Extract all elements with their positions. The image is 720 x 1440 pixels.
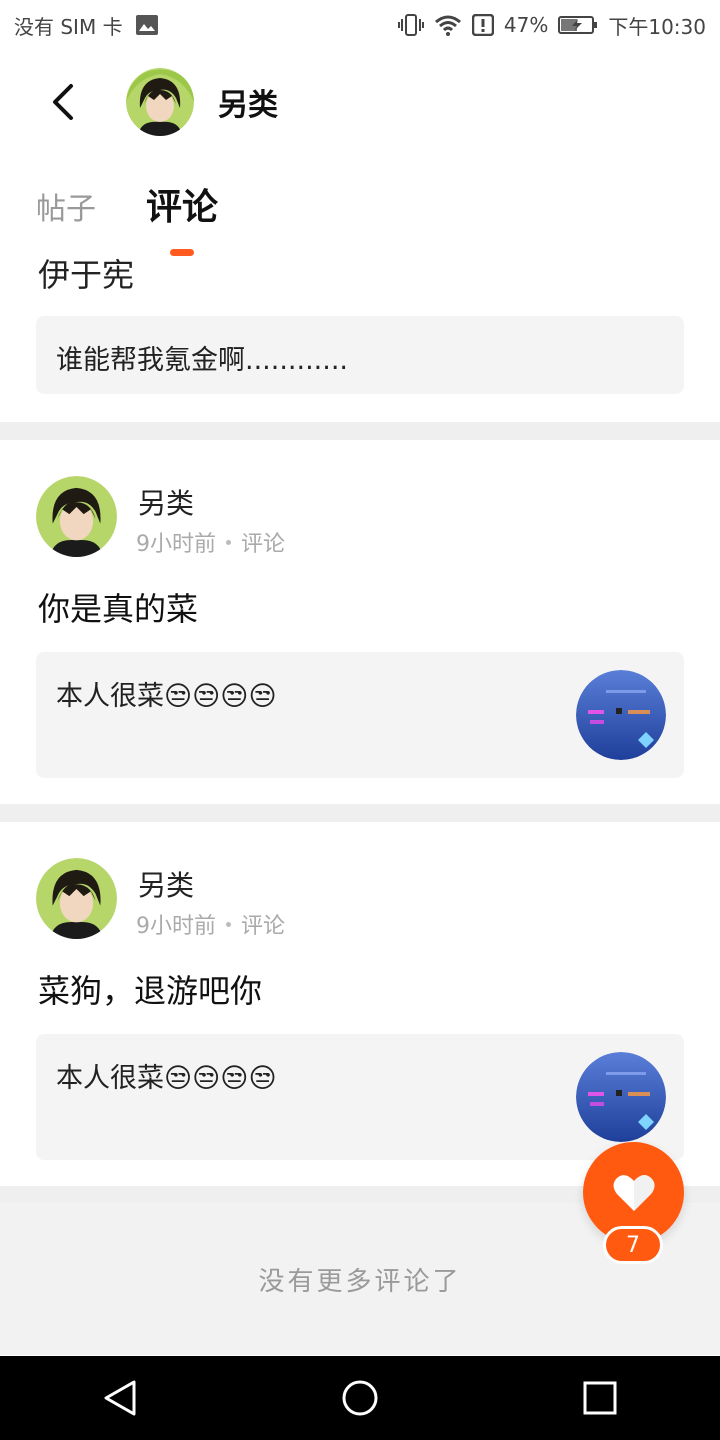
header: 另类 — [0, 50, 720, 154]
nav-home-button[interactable] — [320, 1368, 400, 1428]
battery-percent: 47% — [503, 13, 549, 37]
system-nav-bar — [0, 1356, 720, 1440]
quoted-post[interactable]: 本人很菜😒😒😒😒 — [36, 1034, 684, 1160]
quoted-post-text: 谁能帮我氪金啊............ — [56, 345, 348, 376]
quoted-post-text: 本人很菜😒😒😒😒 — [56, 1063, 277, 1094]
alert-icon — [471, 14, 494, 36]
home-circle-icon — [342, 1380, 378, 1416]
nav-recents-button[interactable] — [560, 1368, 640, 1428]
quoted-post-text: 本人很菜😒😒😒😒 — [56, 681, 277, 712]
clock: 下午10:30 — [608, 14, 706, 39]
comment-time: 9小时前 — [136, 532, 216, 557]
quoted-post-thumbnail — [576, 1052, 666, 1142]
comment-meta: 9小时前 评论 — [136, 908, 285, 940]
comment-time: 9小时前 — [136, 914, 216, 939]
avatar[interactable] — [36, 476, 117, 557]
meta-separator — [226, 539, 231, 545]
heart-icon — [613, 1174, 654, 1211]
tab-bar: 帖子 评论 — [0, 154, 720, 257]
status-bar: 没有 SIM 卡 47% 下午10:30 — [0, 0, 720, 50]
status-left: 没有 SIM 卡 — [0, 11, 159, 40]
comment-type: 评论 — [241, 914, 286, 939]
back-arrow-icon — [53, 84, 73, 120]
quoted-post[interactable]: 谁能帮我氪金啊............ — [36, 316, 684, 394]
comment-text: 你是真的菜 — [38, 590, 199, 628]
vibrate-icon — [397, 14, 424, 36]
header-avatar[interactable] — [126, 68, 194, 136]
comment-meta: 9小时前 评论 — [136, 526, 285, 558]
thumbnail-image — [576, 670, 666, 760]
thumbnail-image — [576, 1052, 666, 1142]
tab-comments[interactable]: 评论 — [146, 178, 218, 230]
comment-card[interactable]: 另类 9小时前 评论 你是真的菜 本人很菜😒😒😒😒 — [0, 440, 720, 804]
comment-text: 菜狗，退游吧你 — [38, 972, 263, 1010]
like-count-badge: 7 — [603, 1226, 663, 1264]
comment-author[interactable]: 另类 — [138, 482, 194, 522]
divider — [0, 804, 720, 822]
image-icon — [135, 14, 159, 36]
comment-text-fragment: 伊于宪 — [38, 256, 135, 294]
status-right: 47% 下午10:30 — [397, 11, 720, 40]
nav-back-button[interactable] — [80, 1368, 160, 1428]
tab-posts[interactable]: 帖子 — [36, 184, 96, 228]
wifi-icon — [434, 14, 462, 36]
header-user-name: 另类 — [218, 88, 278, 123]
battery-icon — [558, 15, 598, 35]
divider — [0, 422, 720, 440]
avatar-image — [36, 858, 117, 939]
comment-type: 评论 — [241, 532, 286, 557]
avatar[interactable] — [36, 858, 117, 939]
comment-card[interactable]: 另类 9小时前 评论 菜狗，退游吧你 本人很菜😒😒😒😒 — [0, 822, 720, 1186]
active-tab-indicator — [170, 249, 194, 256]
quoted-post-thumbnail — [576, 670, 666, 760]
carrier-text: 没有 SIM 卡 — [14, 14, 123, 39]
avatar-image — [126, 68, 194, 136]
quoted-post[interactable]: 本人很菜😒😒😒😒 — [36, 652, 684, 778]
back-button[interactable] — [40, 78, 88, 126]
comment-card-partial[interactable]: 伊于宪 谁能帮我氪金啊............ — [0, 256, 720, 422]
avatar-image — [36, 476, 117, 557]
screen: 没有 SIM 卡 47% 下午10:30 另类 帖子 评论 伊于宪 谁能帮我氪金… — [0, 0, 720, 1440]
back-triangle-icon — [104, 1380, 136, 1416]
meta-separator — [226, 921, 231, 927]
comment-feed[interactable]: 伊于宪 谁能帮我氪金啊............ 另类 9小时前 评论 你是真的菜… — [0, 256, 720, 1204]
recents-square-icon — [583, 1381, 617, 1415]
comment-author[interactable]: 另类 — [138, 864, 194, 904]
